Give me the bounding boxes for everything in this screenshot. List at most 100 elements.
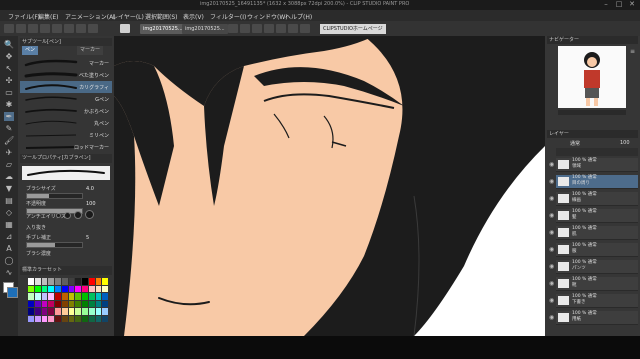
operation-tool-icon[interactable]: ↖ xyxy=(4,64,14,73)
layer-visibility-icon[interactable]: ◉ xyxy=(549,179,555,185)
navigator-zoom-slider[interactable] xyxy=(558,110,626,115)
color-swatch[interactable] xyxy=(102,278,108,285)
fill-tool-icon[interactable]: ▼ xyxy=(4,184,14,193)
clear-icon[interactable] xyxy=(76,24,86,33)
color-swatch[interactable] xyxy=(75,293,81,300)
menu-layer[interactable]: レイヤー(L) xyxy=(112,12,144,21)
redo-icon[interactable] xyxy=(64,24,74,33)
color-swatch[interactable] xyxy=(75,285,81,292)
color-swatch[interactable] xyxy=(48,285,54,292)
color-swatch[interactable] xyxy=(34,285,41,292)
color-swatch[interactable] xyxy=(68,300,75,307)
color-swatch[interactable] xyxy=(55,293,61,300)
tab-document-2[interactable]: img20170525... xyxy=(182,24,228,34)
color-swatch[interactable] xyxy=(34,315,41,322)
color-swatch[interactable] xyxy=(41,293,48,300)
layer-row[interactable]: 100 % 通常 目の周り xyxy=(556,175,638,189)
menu-help[interactable]: ヘルプ(H) xyxy=(285,12,312,21)
color-swatch[interactable] xyxy=(34,308,41,315)
color-swatch[interactable] xyxy=(82,315,88,322)
color-swatch[interactable] xyxy=(28,315,34,322)
move-layer-tool-icon[interactable]: ✣ xyxy=(4,76,14,85)
stabilization-value[interactable]: 5 xyxy=(86,235,89,241)
color-swatch[interactable] xyxy=(102,285,108,292)
color-swatch[interactable] xyxy=(82,285,88,292)
color-swatch[interactable] xyxy=(28,293,34,300)
color-swatch[interactable] xyxy=(68,285,75,292)
menu-edit[interactable]: 編集(E) xyxy=(38,12,58,21)
layer-row[interactable]: 100 % 通常 服 xyxy=(556,243,638,257)
brush-tool-icon[interactable]: 🖌 xyxy=(4,136,14,145)
snap-grid-icon[interactable] xyxy=(276,24,286,33)
color-swatch[interactable] xyxy=(82,278,88,285)
color-swatch[interactable] xyxy=(95,285,102,292)
color-swatch[interactable] xyxy=(55,278,61,285)
menu-selection[interactable]: 選択範囲(S) xyxy=(145,12,178,21)
color-swatch[interactable] xyxy=(61,300,68,307)
color-swatch[interactable] xyxy=(68,308,75,315)
studio-homepage-button[interactable]: CLIPSTUDIOホームページ xyxy=(320,24,386,34)
zoom-tool-icon[interactable]: 🔍 xyxy=(4,40,14,49)
brush-size-slider[interactable] xyxy=(26,193,83,199)
color-swatch[interactable] xyxy=(68,315,75,322)
brush-item[interactable]: Gペン xyxy=(20,93,112,105)
anti-alias-none[interactable] xyxy=(56,213,61,218)
layer-visibility-icon[interactable]: ◉ xyxy=(549,298,555,304)
correct-line-tool-icon[interactable]: ∿ xyxy=(4,268,14,277)
new-file-icon[interactable] xyxy=(16,24,26,33)
opacity-value[interactable]: 100 xyxy=(86,201,96,207)
tab-marker[interactable]: マーカー xyxy=(77,46,104,55)
snap-special-ruler-icon[interactable] xyxy=(300,24,310,33)
select-all-icon[interactable] xyxy=(228,24,238,33)
color-swatch[interactable] xyxy=(102,293,108,300)
studio-logo-icon[interactable] xyxy=(120,24,130,33)
color-swatch[interactable] xyxy=(41,308,48,315)
color-swatch[interactable] xyxy=(82,293,88,300)
text-tool-icon[interactable]: A xyxy=(4,244,14,253)
color-swatch[interactable] xyxy=(41,300,48,307)
color-swatch[interactable] xyxy=(61,278,68,285)
color-swatch[interactable] xyxy=(55,285,61,292)
open-file-icon[interactable] xyxy=(28,24,38,33)
color-swatch[interactable] xyxy=(61,293,68,300)
auto-select-tool-icon[interactable]: ✱ xyxy=(4,100,14,109)
color-swatch[interactable] xyxy=(88,293,95,300)
color-swatch[interactable] xyxy=(88,285,95,292)
layer-opacity-value[interactable]: 100 xyxy=(620,140,630,146)
snap-perspective-icon[interactable] xyxy=(288,24,298,33)
frame-tool-icon[interactable]: ▦ xyxy=(4,220,14,229)
tab-pen[interactable]: ペン xyxy=(22,46,39,55)
color-swatch[interactable] xyxy=(61,285,68,292)
color-swatch[interactable] xyxy=(88,278,95,285)
color-swatch[interactable] xyxy=(102,300,108,307)
color-swatch[interactable] xyxy=(41,278,48,285)
layer-row[interactable]: 100 % 通常 下書き xyxy=(556,294,638,308)
color-swatch[interactable] xyxy=(95,315,102,322)
color-swatch[interactable] xyxy=(48,278,54,285)
brush-item[interactable]: ベた塗りペン xyxy=(20,69,112,81)
layer-visibility-icon[interactable]: ◉ xyxy=(549,213,555,219)
brush-item[interactable]: かぶらペン xyxy=(20,105,112,117)
layer-visibility-icon[interactable]: ◉ xyxy=(549,264,555,270)
eraser-tool-icon[interactable]: ▱ xyxy=(4,160,14,169)
anti-alias-medium[interactable] xyxy=(74,211,82,219)
ruler-tool-icon[interactable]: ⊿ xyxy=(4,232,14,241)
color-swatch[interactable] xyxy=(95,300,102,307)
brush-size-value[interactable]: 4.0 xyxy=(86,186,94,192)
color-swatch[interactable] xyxy=(41,285,48,292)
layer-visibility-icon[interactable]: ◉ xyxy=(549,247,555,253)
color-swatch[interactable] xyxy=(28,308,34,315)
color-swatch[interactable] xyxy=(34,293,41,300)
figure-tool-icon[interactable]: ◇ xyxy=(4,208,14,217)
color-swatch[interactable] xyxy=(75,300,81,307)
color-swatch[interactable] xyxy=(88,308,95,315)
color-swatch[interactable] xyxy=(48,315,54,322)
color-swatch[interactable] xyxy=(95,308,102,315)
anti-alias-strong[interactable] xyxy=(85,210,94,219)
brush-item[interactable]: マーカー xyxy=(20,57,112,69)
blend-mode-select[interactable]: 通常 xyxy=(570,140,580,147)
color-swatch[interactable] xyxy=(61,308,68,315)
color-swatch[interactable] xyxy=(68,293,75,300)
close-button[interactable]: ✕ xyxy=(626,0,638,9)
airbrush-tool-icon[interactable]: ✈ xyxy=(4,148,14,157)
